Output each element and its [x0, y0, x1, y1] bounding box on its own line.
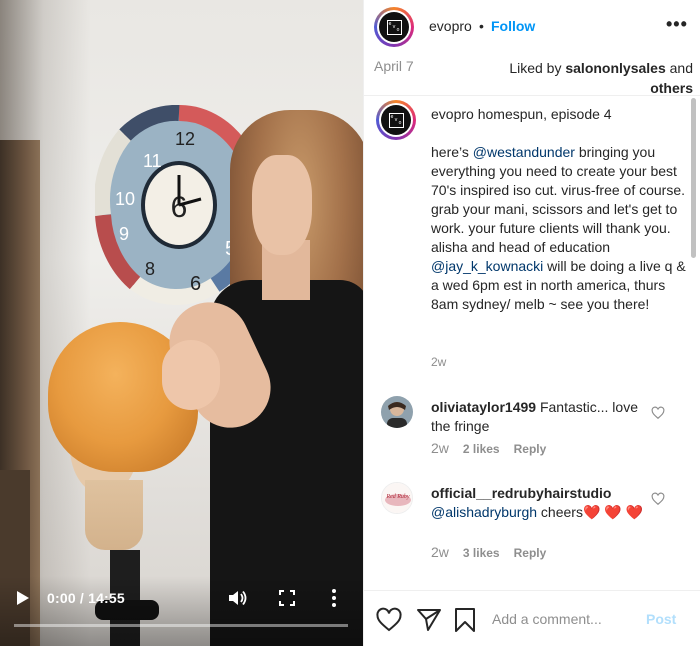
svg-text:12: 12	[175, 129, 195, 149]
svg-text:9: 9	[119, 224, 129, 244]
video-progress-bar[interactable]	[14, 624, 348, 627]
like-heart-icon[interactable]	[376, 607, 402, 633]
comment-likes[interactable]: 2 likes	[463, 442, 500, 456]
svg-text:10: 10	[115, 189, 135, 209]
post-comment-button[interactable]: Post	[646, 611, 676, 627]
svg-text:11: 11	[143, 151, 162, 171]
video-controls	[0, 576, 363, 646]
like-comment-heart-icon[interactable]	[651, 492, 665, 506]
post-actions-bar: Add a comment... Post	[364, 590, 700, 646]
comments-scrollbar[interactable]	[691, 98, 696, 258]
like-comment-heart-icon[interactable]	[651, 406, 665, 420]
video-time-readout: 0:00 / 14:55	[47, 590, 125, 606]
svg-text:6: 6	[190, 273, 201, 295]
comment-text: official__redrubyhairstudio @alishadrybur…	[431, 484, 656, 522]
mannequin-neck	[85, 480, 143, 550]
commenter-username[interactable]: oliviataylor1499	[431, 399, 536, 415]
more-horizontal-icon[interactable]: •••	[666, 14, 688, 35]
play-icon[interactable]	[16, 590, 30, 606]
post-date[interactable]: April 7	[374, 58, 414, 74]
follow-button[interactable]: Follow	[491, 18, 535, 34]
presenter-hand	[162, 340, 220, 410]
caption-title: homespun, episode 4	[477, 106, 612, 122]
post-meta: April 7 Liked by salononlysales and othe…	[364, 56, 700, 96]
caption-heading: evopro homespun, episode 4	[431, 106, 612, 122]
instagram-post-modal: 6 11 12 10 9 8 5 6 0:00 / 14:55	[0, 0, 700, 646]
liked-by-prefix: Liked by	[509, 60, 566, 76]
comment-body: cheers❤️ ❤️ ❤️	[537, 504, 644, 520]
caption-username[interactable]: evopro	[431, 106, 474, 122]
liked-by-user[interactable]: salononlysales	[565, 60, 665, 76]
presenter-face	[252, 155, 312, 255]
commenter-avatar[interactable]: Red Ruby	[381, 482, 413, 514]
header-separator: •	[479, 18, 484, 34]
commenter-avatar[interactable]	[381, 396, 413, 428]
caption-age: 2w	[431, 355, 447, 369]
commenter-username[interactable]: official__redrubyhairstudio	[431, 485, 611, 501]
comment-likes[interactable]: 3 likes	[463, 546, 500, 560]
svg-text:8: 8	[145, 259, 155, 279]
video-player[interactable]: 6 11 12 10 9 8 5 6 0:00 / 14:55	[0, 0, 363, 646]
mention-link[interactable]: @alishadryburgh	[431, 504, 537, 520]
mention-link[interactable]: @jay_k_kownacki	[431, 258, 543, 274]
share-paper-plane-icon[interactable]	[416, 607, 442, 633]
mention-link[interactable]: @westandunder	[473, 144, 575, 160]
comment-age: 2w	[431, 544, 449, 560]
comment-text: oliviataylor1499 Fantastic... love the f…	[431, 398, 656, 436]
comment-meta: 2w 2 likes Reply	[431, 440, 560, 456]
post-header: e v o evopro • Follow •••	[364, 0, 700, 54]
reply-button[interactable]: Reply	[514, 442, 547, 456]
fullscreen-icon[interactable]	[279, 590, 295, 606]
comment-meta: 2w 3 likes Reply	[431, 544, 560, 560]
add-comment-input[interactable]: Add a comment...	[492, 611, 602, 627]
caption-author-avatar[interactable]: e v o	[376, 100, 416, 140]
reply-button[interactable]: Reply	[514, 546, 547, 560]
author-avatar[interactable]: e v o	[374, 7, 414, 47]
comment-age: 2w	[431, 440, 449, 456]
author-username[interactable]: evopro	[429, 18, 472, 34]
liked-by[interactable]: Liked by salononlysales and others	[483, 58, 693, 98]
post-sidebar: e v o evopro • Follow ••• April 7 Liked …	[363, 0, 700, 646]
caption-text: here’s @westandunder bringing you everyt…	[431, 143, 691, 314]
video-more-options-icon[interactable]	[331, 588, 337, 608]
caption-text-part: here’s	[431, 144, 473, 160]
save-bookmark-icon[interactable]	[452, 607, 478, 633]
volume-icon[interactable]	[228, 589, 248, 607]
caption-text-part: bringing you everything you need to crea…	[431, 144, 686, 255]
liked-by-others[interactable]: others	[650, 80, 693, 96]
liked-by-and: and	[665, 60, 693, 76]
avatar-logo-text: Red Ruby	[385, 494, 409, 500]
